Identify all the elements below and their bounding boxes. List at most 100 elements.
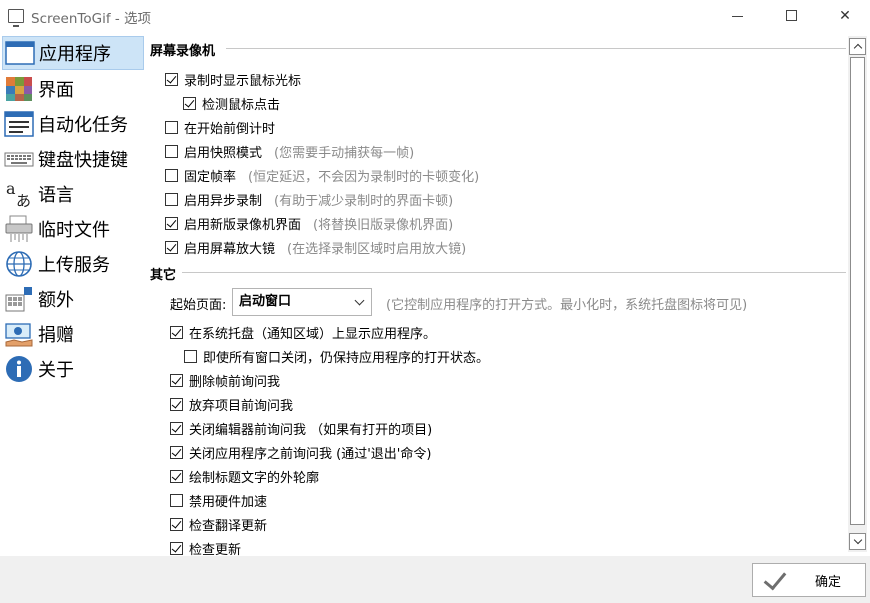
sidebar-item-label: 额外 — [38, 290, 74, 311]
svg-text:あ: あ — [16, 192, 31, 208]
scroll-down-button[interactable] — [849, 533, 866, 550]
option-ask-exit-app[interactable]: 关闭应用程序之前询问我 (通过'退出'命令) — [170, 442, 431, 462]
palette-icon — [4, 75, 34, 103]
option-label: 在开始前倒计时 — [184, 121, 276, 137]
info-icon — [4, 355, 34, 383]
scrollbar-thumb[interactable] — [850, 57, 865, 525]
checkbox[interactable] — [165, 168, 178, 182]
checkbox[interactable] — [170, 397, 183, 411]
checkbox[interactable] — [165, 120, 178, 134]
ok-button[interactable]: 确定 — [752, 563, 866, 597]
option-tray-icon[interactable]: 在系统托盘（通知区域）上显示应用程序。 — [170, 322, 436, 342]
sidebar-item-shortcuts[interactable]: 键盘快捷键 — [2, 142, 144, 176]
title-bar: ScreenToGif - 选项 ✕ — [0, 0, 870, 32]
vertical-scrollbar[interactable] — [848, 36, 867, 552]
checkbox[interactable] — [165, 192, 178, 206]
option-label: 绘制标题文字的外轮廓 — [189, 470, 320, 486]
scroll-up-button[interactable] — [849, 38, 866, 55]
close-button[interactable]: ✕ — [822, 0, 868, 32]
minimize-icon — [732, 16, 743, 17]
option-label: 关闭编辑器前询问我 （如果有打开的项目) — [189, 422, 433, 438]
checkbox[interactable] — [165, 240, 178, 254]
option-keep-open[interactable]: 即使所有窗口关闭，仍保持应用程序的打开状态。 — [184, 346, 489, 366]
sidebar-item-application[interactable]: 应用程序 — [2, 36, 144, 70]
option-countdown[interactable]: 在开始前倒计时 — [165, 117, 275, 137]
option-label: 启用屏幕放大镜 — [184, 241, 276, 257]
checkbox[interactable] — [170, 469, 183, 483]
checkbox[interactable] — [184, 349, 197, 363]
checkbox[interactable] — [170, 541, 183, 555]
checkbox[interactable] — [170, 493, 183, 507]
option-hint: (恒定延迟，不会因为录制时的卡顿变化) — [248, 169, 480, 185]
sidebar-item-automation[interactable]: 自动化任务 — [2, 107, 144, 141]
sidebar-item-label: 语言 — [38, 185, 74, 206]
option-label: 录制时显示鼠标光标 — [184, 73, 302, 89]
checkbox[interactable] — [170, 517, 183, 531]
start-page-hint: (它控制应用程序的打开方式。最小化时，系统托盘图标将可见) — [386, 298, 748, 313]
option-label: 检查更新 — [189, 542, 242, 557]
checkbox[interactable] — [170, 445, 183, 459]
checkmark-icon — [763, 572, 787, 588]
option-disable-hw-accel[interactable]: 禁用硬件加速 — [170, 490, 267, 510]
globe-icon — [4, 250, 34, 278]
option-title-outline[interactable]: 绘制标题文字的外轮廓 — [170, 466, 319, 486]
sidebar-item-interface[interactable]: 界面 — [2, 72, 144, 106]
option-snapshot-mode[interactable]: 启用快照模式 (您需要手动捕获每一帧) — [165, 141, 414, 161]
app-monitor-icon — [8, 9, 24, 27]
checkbox[interactable] — [170, 325, 183, 339]
donate-icon — [4, 320, 34, 348]
option-label: 在系统托盘（通知区域）上显示应用程序。 — [189, 326, 437, 342]
option-fixed-framerate[interactable]: 固定帧率 (恒定延迟，不会因为录制时的卡顿变化) — [165, 165, 479, 185]
window-title: ScreenToGif - 选项 — [31, 11, 152, 27]
start-page-select[interactable]: 启动窗口 — [232, 288, 372, 316]
checkbox[interactable] — [170, 421, 183, 435]
footer-bar: 确定 — [0, 556, 870, 603]
option-ask-discard-project[interactable]: 放弃项目前询问我 — [170, 394, 293, 414]
option-label: 放弃项目前询问我 — [189, 398, 294, 414]
sidebar-item-label: 上传服务 — [38, 255, 110, 276]
option-label: 禁用硬件加速 — [189, 494, 268, 510]
sidebar-item-donate[interactable]: 捐赠 — [2, 317, 144, 351]
checkbox[interactable] — [165, 216, 178, 230]
checkbox[interactable] — [183, 96, 196, 110]
start-page-value: 启动窗口 — [239, 294, 292, 309]
minimize-button[interactable] — [714, 0, 760, 32]
option-label: 启用异步录制 — [184, 193, 263, 209]
checkbox[interactable] — [165, 144, 178, 158]
option-label: 关闭应用程序之前询问我 (通过'退出'命令) — [189, 446, 432, 462]
option-ask-delete-frames[interactable]: 删除帧前询问我 — [170, 370, 280, 390]
option-async-recording[interactable]: 启用异步录制 (有助于减少录制时的界面卡顿) — [165, 189, 453, 209]
window-icon — [5, 39, 35, 67]
ok-button-label: 确定 — [815, 574, 842, 590]
sidebar-item-label: 捐赠 — [38, 325, 74, 346]
option-label: 即使所有窗口关闭，仍保持应用程序的打开状态。 — [203, 350, 490, 366]
option-new-recorder-ui[interactable]: 启用新版录像机界面 (将替换旧版录像机界面) — [165, 213, 453, 233]
language-icon: aあ — [4, 179, 34, 210]
task-list-icon — [4, 110, 34, 138]
option-check-translation-updates[interactable]: 检查翻译更新 — [170, 514, 267, 534]
sidebar-item-upload[interactable]: 上传服务 — [2, 247, 144, 281]
sidebar-item-temp-files[interactable]: 临时文件 — [2, 212, 144, 246]
sidebar-item-about[interactable]: 关于 — [2, 352, 144, 386]
option-label: 启用新版录像机界面 — [184, 217, 302, 233]
option-hint: (有助于减少录制时的界面卡顿) — [274, 193, 454, 209]
chevron-down-icon — [354, 295, 365, 306]
sidebar-item-label: 应用程序 — [39, 44, 111, 65]
option-check-updates[interactable]: 检查更新 — [170, 538, 241, 556]
option-detect-clicks[interactable]: 检测鼠标点击 — [183, 93, 280, 113]
option-magnifier[interactable]: 启用屏幕放大镜 (在选择录制区域时启用放大镜) — [165, 237, 466, 257]
option-label: 固定帧率 — [184, 169, 237, 185]
sidebar-item-language[interactable]: aあ 语言 — [2, 177, 144, 211]
section-divider — [226, 48, 846, 49]
extras-icon — [4, 285, 34, 313]
sidebar-item-extras[interactable]: 额外 — [2, 282, 144, 316]
checkbox[interactable] — [165, 72, 178, 86]
checkbox[interactable] — [170, 373, 183, 387]
option-ask-close-editor[interactable]: 关闭编辑器前询问我 （如果有打开的项目) — [170, 418, 432, 438]
sidebar-item-label: 关于 — [38, 360, 74, 381]
start-page-label: 起始页面: — [170, 298, 227, 313]
option-label: 检查翻译更新 — [189, 518, 268, 534]
maximize-button[interactable] — [768, 0, 814, 32]
sidebar-item-label: 键盘快捷键 — [38, 150, 128, 171]
option-show-cursor[interactable]: 录制时显示鼠标光标 — [165, 69, 301, 89]
